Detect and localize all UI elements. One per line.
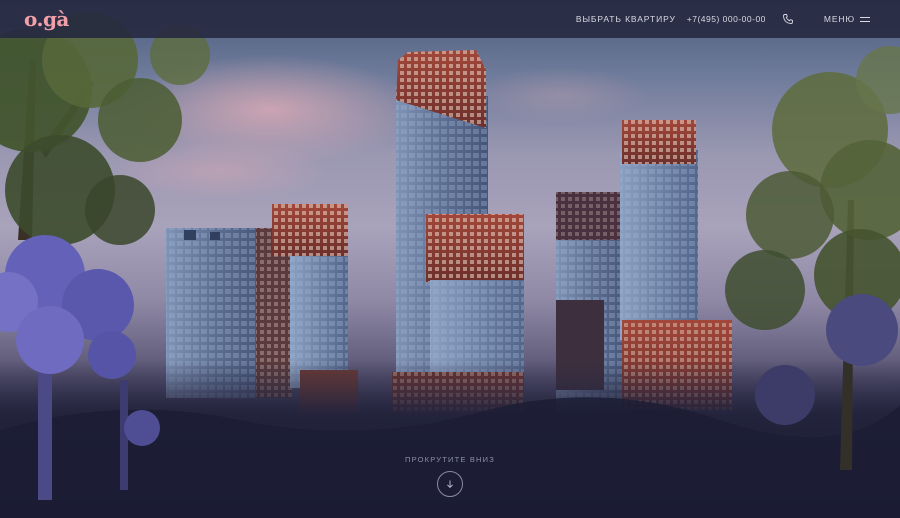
brand-logo[interactable]: o.gà [24, 9, 69, 29]
hero-background-image [0, 12, 900, 518]
menu-button[interactable]: Меню [824, 14, 870, 24]
left-tree [0, 12, 210, 245]
menu-label: Меню [823, 14, 855, 24]
arrow-down-icon [447, 480, 453, 489]
scroll-down-button[interactable] [437, 471, 463, 497]
hero-section: o.gà Выбрать квартиру +7(495) 000-00-00 … [0, 0, 900, 518]
site-header: o.gà Выбрать квартиру +7(495) 000-00-00 … [0, 0, 900, 38]
hamburger-icon [860, 15, 870, 23]
scroll-down-label: Прокрутите вниз [404, 455, 495, 464]
phone-icon[interactable] [782, 13, 794, 25]
phone-number-link[interactable]: +7(495) 000-00-00 [687, 14, 766, 24]
choose-apartment-link[interactable]: Выбрать квартиру [576, 14, 676, 24]
cloud [470, 67, 650, 123]
header-nav: Выбрать квартиру +7(495) 000-00-00 Меню [576, 0, 870, 38]
